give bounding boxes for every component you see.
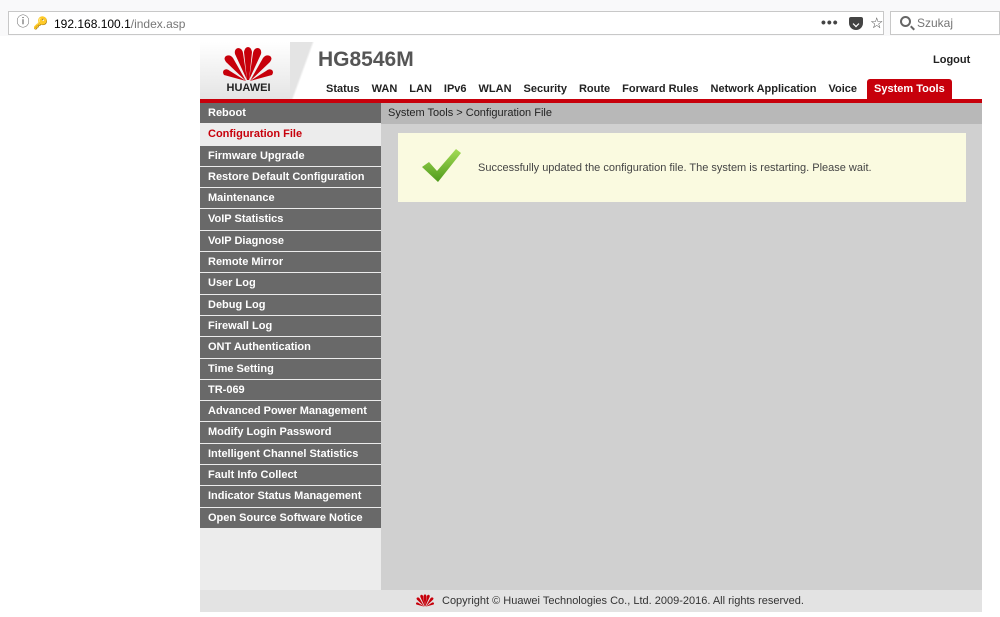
brand-name: HUAWEI bbox=[226, 82, 271, 94]
nav-tab-wlan[interactable]: WLAN bbox=[473, 79, 518, 99]
logout-link[interactable]: Logout bbox=[933, 54, 970, 66]
copyright-text: Copyright © Huawei Technologies Co., Ltd… bbox=[442, 595, 804, 607]
page-actions-icon[interactable]: ••• bbox=[821, 14, 839, 30]
sidebar-item-voip-diagnose[interactable]: VoIP Diagnose bbox=[200, 230, 381, 253]
model-title: HG8546M bbox=[318, 48, 414, 71]
key-icon[interactable]: 🔑 bbox=[33, 15, 49, 31]
sidebar-item-modify-login-password[interactable]: Modify Login Password bbox=[200, 422, 381, 444]
huawei-logo: HUAWEI bbox=[200, 42, 297, 99]
sidebar-item-remote-mirror[interactable]: Remote Mirror bbox=[200, 252, 381, 274]
sidebar-item-voip-statistics[interactable]: VoIP Statistics bbox=[200, 209, 381, 231]
breadcrumb: System Tools > Configuration File bbox=[381, 103, 982, 124]
bookmark-star-icon[interactable]: ☆ bbox=[870, 14, 883, 32]
sidebar-item-debug-log[interactable]: Debug Log bbox=[200, 294, 381, 316]
page-header: HUAWEI HG8546M Logout Status WAN LAN IPv6 WL… bbox=[200, 42, 982, 100]
sidebar-item-configuration-file[interactable]: Configuration File bbox=[200, 124, 381, 146]
nav-tab-lan[interactable]: LAN bbox=[403, 79, 438, 99]
huawei-footer-icon bbox=[416, 594, 434, 607]
sidebar-menu: Reboot Configuration File Firmware Upgrade… bbox=[200, 103, 381, 590]
nav-tab-wan[interactable]: WAN bbox=[366, 79, 404, 99]
main-content: System Tools > Configuration File Succes… bbox=[381, 103, 982, 590]
checkmark-icon bbox=[422, 149, 461, 182]
router-page: HUAWEI HG8546M Logout Status WAN LAN IPv6 WL… bbox=[200, 42, 982, 612]
sidebar-item-firmware-upgrade[interactable]: Firmware Upgrade bbox=[200, 145, 381, 167]
page-footer: Copyright © Huawei Technologies Co., Ltd… bbox=[200, 590, 982, 612]
sidebar-item-firewall-log[interactable]: Firewall Log bbox=[200, 315, 381, 338]
sidebar-item-time-setting[interactable]: Time Setting bbox=[200, 358, 381, 380]
sidebar-item-intelligent-channel-statistics[interactable]: Intelligent Channel Statistics bbox=[200, 443, 381, 466]
browser-search-box[interactable] bbox=[890, 11, 1000, 35]
search-icon bbox=[900, 16, 911, 27]
sidebar-item-fault-info-collect[interactable]: Fault Info Collect bbox=[200, 465, 381, 487]
sidebar-item-restore-default-configuration[interactable]: Restore Default Configuration bbox=[200, 166, 381, 189]
sidebar-item-tr-069[interactable]: TR-069 bbox=[200, 379, 381, 402]
sidebar-item-maintenance[interactable]: Maintenance bbox=[200, 188, 381, 210]
sidebar-item-indicator-status-management[interactable]: Indicator Status Management bbox=[200, 486, 381, 508]
nav-tab-status[interactable]: Status bbox=[320, 79, 366, 99]
success-message: Successfully updated the configuration f… bbox=[478, 162, 872, 174]
sidebar-item-user-log[interactable]: User Log bbox=[200, 273, 381, 295]
sidebar-item-open-source-software-notice[interactable]: Open Source Software Notice bbox=[200, 507, 381, 529]
address-bar[interactable]: ⓘ 🔑 192.168.100.1/index.asp ••• ☆ bbox=[8, 11, 884, 35]
nav-tab-network-application[interactable]: Network Application bbox=[705, 79, 823, 99]
sidebar-item-advanced-power-management[interactable]: Advanced Power Management bbox=[200, 401, 381, 423]
browser-toolbar: ⓘ 🔑 192.168.100.1/index.asp ••• ☆ bbox=[0, 0, 1000, 36]
url-path: /index.asp bbox=[130, 17, 186, 31]
nav-tab-forward-rules[interactable]: Forward Rules bbox=[616, 79, 704, 99]
header-divider bbox=[290, 42, 318, 99]
nav-tab-route[interactable]: Route bbox=[573, 79, 616, 99]
nav-tab-voice[interactable]: Voice bbox=[822, 79, 863, 99]
url-text[interactable]: 192.168.100.1/index.asp bbox=[54, 16, 185, 32]
search-input[interactable] bbox=[917, 15, 997, 31]
main-nav: Status WAN LAN IPv6 WLAN Security Route Forward… bbox=[320, 79, 952, 99]
pocket-icon[interactable] bbox=[849, 17, 863, 30]
sidebar-item-reboot[interactable]: Reboot bbox=[200, 103, 381, 125]
huawei-flower-icon bbox=[223, 47, 273, 81]
sidebar-item-ont-authentication[interactable]: ONT Authentication bbox=[200, 337, 381, 359]
url-host: 192.168.100.1 bbox=[54, 17, 131, 31]
nav-tab-system-tools[interactable]: System Tools bbox=[867, 79, 952, 99]
success-message-box: Successfully updated the configuration f… bbox=[398, 133, 966, 202]
nav-tab-ipv6[interactable]: IPv6 bbox=[438, 79, 473, 99]
nav-tab-security[interactable]: Security bbox=[518, 79, 573, 99]
info-icon[interactable]: ⓘ bbox=[15, 15, 31, 31]
